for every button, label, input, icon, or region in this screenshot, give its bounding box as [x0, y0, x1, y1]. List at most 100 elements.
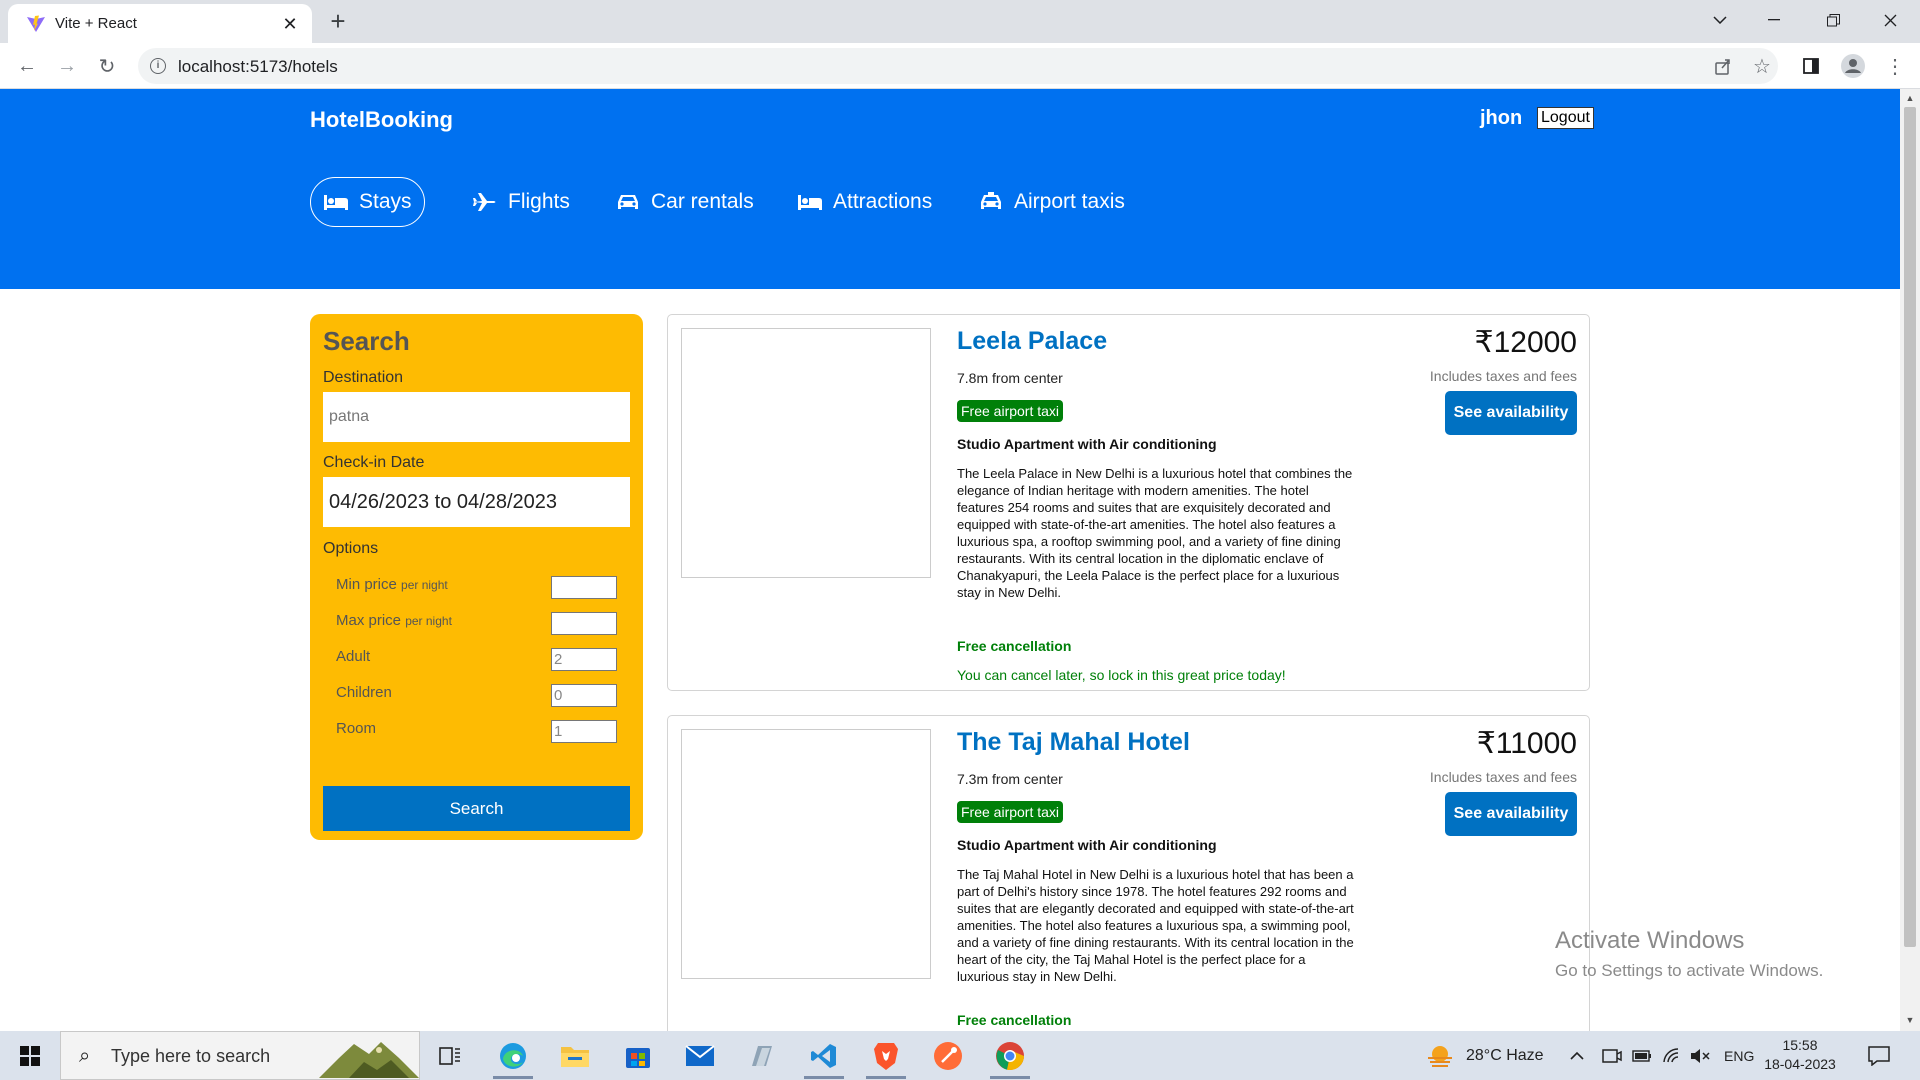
min-price-label: Min price per night [336, 576, 448, 593]
site-info-icon[interactable]: i [150, 58, 166, 74]
minimize-icon[interactable] [1744, 0, 1804, 40]
tab-close-icon[interactable]: ✕ [278, 12, 302, 36]
system-clock[interactable]: 15:58 18-04-2023 [1760, 1036, 1840, 1074]
notes-app-icon[interactable] [740, 1037, 784, 1075]
tab-strip: Vite + React ✕ + [0, 0, 1920, 43]
adult-label: Adult [336, 648, 371, 665]
bed-icon [324, 195, 348, 210]
search-button[interactable]: Search [323, 786, 630, 831]
car-icon [618, 195, 638, 209]
reload-icon[interactable]: ↻ [92, 51, 122, 81]
battery-icon[interactable] [1632, 1031, 1652, 1080]
menu-icon[interactable]: ⋮ [1882, 53, 1908, 79]
cancellation-title: Free cancellation [957, 638, 1072, 654]
logout-button[interactable]: Logout [1537, 107, 1594, 129]
start-windows-icon[interactable] [0, 1031, 60, 1080]
options-label: Options [323, 540, 379, 557]
vscode-icon[interactable] [802, 1037, 846, 1079]
nav-label: Stays [359, 190, 412, 213]
language-indicator[interactable]: ENG [1724, 1031, 1754, 1080]
room-input[interactable]: 1 [551, 720, 617, 743]
tax-note: Includes taxes and fees [1429, 368, 1577, 384]
back-icon[interactable]: ← [12, 51, 42, 81]
checkin-date-input[interactable]: 04/26/2023 to 04/28/2023 [323, 477, 630, 527]
profile-avatar-icon[interactable] [1840, 53, 1866, 79]
search-panel: Search Destination patna Check-in Date 0… [310, 314, 643, 840]
hotel-image[interactable] [681, 729, 931, 979]
checkin-label: Check-in Date [323, 454, 425, 471]
wifi-icon[interactable] [1662, 1031, 1682, 1080]
username: jhon [1480, 107, 1523, 129]
nav-attractions[interactable]: Attractions [797, 177, 932, 227]
new-tab-button[interactable]: + [322, 6, 354, 38]
postman-icon[interactable] [926, 1037, 970, 1075]
chrome-icon[interactable] [988, 1037, 1032, 1079]
brand-logo[interactable]: HotelBooking [310, 107, 453, 133]
forward-icon[interactable]: → [52, 51, 82, 81]
see-availability-button[interactable]: See availability [1445, 391, 1577, 435]
task-view-icon[interactable] [428, 1037, 472, 1075]
file-explorer-icon[interactable] [553, 1037, 597, 1075]
url-text[interactable]: localhost:5173/hotels [178, 57, 338, 77]
tab-search-icon[interactable] [1690, 0, 1750, 40]
hotel-name[interactable]: The Taj Mahal Hotel [957, 728, 1190, 757]
bookmark-star-icon[interactable]: ☆ [1749, 53, 1775, 79]
meet-now-icon[interactable] [1602, 1031, 1622, 1080]
scroll-up-icon[interactable]: ▲ [1905, 93, 1915, 103]
search-highlight-image [319, 1042, 419, 1078]
weather-text: 28°C Haze [1466, 1046, 1544, 1064]
nav-flights[interactable]: Flights [472, 177, 570, 227]
site-header: HotelBooking jhon Logout Stays Flights C… [0, 89, 1900, 289]
edge-icon[interactable] [491, 1037, 535, 1079]
taskbar-search-placeholder: Type here to search [111, 1046, 271, 1066]
taskbar-search-box[interactable]: ⌕ Type here to search [60, 1031, 420, 1080]
room-label: Room [336, 720, 377, 737]
hotel-price: ₹12000 [1474, 326, 1577, 359]
max-price-input[interactable] [551, 612, 617, 635]
clock-date: 18-04-2023 [1764, 1056, 1836, 1072]
nav-label: Flights [508, 190, 570, 213]
plane-icon [473, 193, 496, 211]
taxi-icon [981, 192, 1001, 209]
search-title: Search [323, 326, 410, 356]
watermark-title: Activate Windows [1555, 927, 1745, 954]
bed-icon [798, 195, 822, 210]
window-close-icon[interactable] [1860, 0, 1920, 40]
page-scrollbar[interactable]: ▲ ▼ [1900, 89, 1920, 1031]
side-panel-icon[interactable] [1798, 53, 1824, 79]
min-price-input[interactable] [551, 576, 617, 599]
vite-logo-icon [27, 15, 45, 32]
tray-chevron-icon[interactable] [1570, 1031, 1584, 1080]
weather-widget[interactable]: 28°C Haze [1426, 1031, 1544, 1080]
search-icon: ⌕ [79, 1045, 91, 1067]
brave-icon[interactable] [864, 1037, 908, 1079]
share-icon[interactable] [1710, 53, 1736, 79]
store-icon[interactable] [616, 1037, 660, 1075]
notifications-icon[interactable] [1868, 1031, 1890, 1080]
max-price-label: Max price per night [336, 612, 452, 629]
taxi-badge: Free airport taxi [957, 801, 1064, 823]
result-card: The Taj Mahal Hotel 7.3m from center Fre… [667, 715, 1590, 1031]
destination-input[interactable]: patna [323, 392, 630, 442]
hotel-image[interactable] [681, 328, 931, 578]
hotel-distance: 7.3m from center [957, 771, 1063, 787]
scroll-down-icon[interactable]: ▼ [1905, 1015, 1915, 1025]
nav-stays[interactable]: Stays [310, 177, 425, 227]
children-input[interactable]: 0 [551, 684, 617, 707]
cancellation-title: Free cancellation [957, 1012, 1072, 1028]
adult-input[interactable]: 2 [551, 648, 617, 671]
volume-muted-icon[interactable] [1690, 1031, 1710, 1080]
mail-icon[interactable] [678, 1037, 722, 1075]
hotel-name[interactable]: Leela Palace [957, 327, 1107, 356]
browser-tab[interactable]: Vite + React ✕ [8, 4, 312, 43]
destination-label: Destination [323, 369, 404, 386]
nav-airport-taxis[interactable]: Airport taxis [978, 177, 1125, 227]
hotel-description: The Leela Palace in New Delhi is a luxur… [957, 466, 1353, 600]
see-availability-button[interactable]: See availability [1445, 792, 1577, 836]
watermark-subtitle: Go to Settings to activate Windows. [1555, 961, 1824, 980]
scroll-thumb[interactable] [1904, 107, 1916, 947]
address-bar[interactable]: i localhost:5173/hotels [138, 48, 1778, 84]
restore-icon[interactable] [1803, 0, 1863, 40]
room-type: Studio Apartment with Air conditioning [957, 436, 1217, 452]
nav-car-rentals[interactable]: Car rentals [615, 177, 754, 227]
